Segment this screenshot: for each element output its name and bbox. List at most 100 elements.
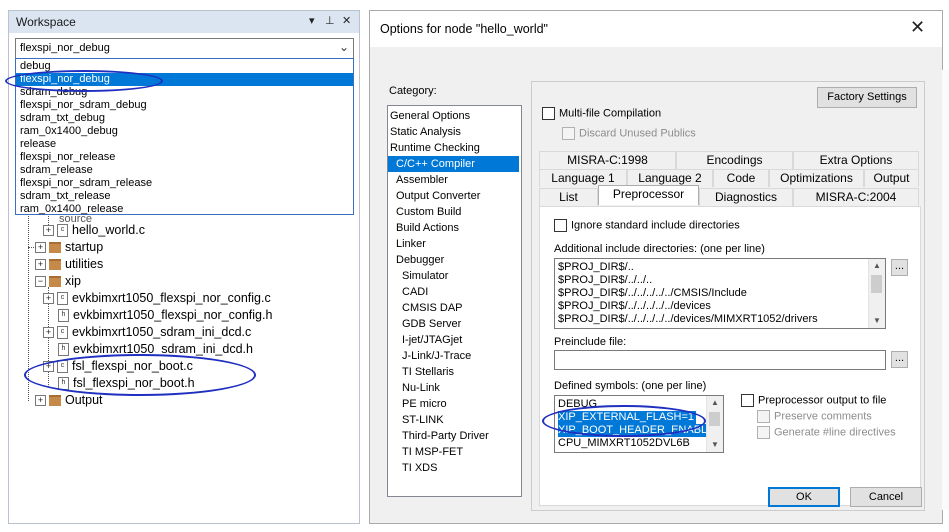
config-option[interactable]: ram_0x1400_debug <box>16 125 353 138</box>
checkbox-label: Preserve comments <box>774 410 872 423</box>
tree-label: xip <box>65 274 81 288</box>
preserve-comments-checkbox[interactable]: Preserve comments <box>757 410 872 423</box>
tab-encodings[interactable]: Encodings <box>676 151 793 169</box>
collapse-icon[interactable]: − <box>35 276 46 288</box>
tab-optimizations[interactable]: Optimizations <box>769 169 864 187</box>
scroll-thumb[interactable] <box>871 275 882 293</box>
expand-icon[interactable]: + <box>43 225 54 237</box>
category-item[interactable]: Simulator <box>388 268 519 284</box>
tab-output[interactable]: Output <box>864 169 919 187</box>
ok-button[interactable]: OK <box>768 487 840 507</box>
expand-icon[interactable]: + <box>35 395 46 407</box>
checkbox-box[interactable] <box>542 107 555 120</box>
category-list[interactable]: General Options Static Analysis Runtime … <box>387 105 522 497</box>
pp-output-checkbox[interactable]: Preprocessor output to file <box>741 394 886 407</box>
tree-folder-output[interactable]: + Output <box>23 392 103 409</box>
config-option[interactable]: flexspi_nor_sdram_debug <box>16 99 353 112</box>
discard-unused-checkbox[interactable]: Discard Unused Publics <box>562 127 696 140</box>
category-item[interactable]: TI MSP-FET <box>388 444 519 460</box>
config-option[interactable]: sdram_release <box>16 164 353 177</box>
defined-symbols-scrollbar[interactable]: ▲ ▼ <box>706 396 723 452</box>
tab-misra-2004[interactable]: MISRA-C:2004 <box>793 188 919 206</box>
scroll-up-icon[interactable]: ▲ <box>707 396 723 410</box>
category-item[interactable]: CMSIS DAP <box>388 300 519 316</box>
category-item[interactable]: TI Stellaris <box>388 364 519 380</box>
checkbox-box[interactable] <box>741 394 754 407</box>
tree-item-file[interactable]: h evkbimxrt1050_flexspi_nor_config.h <box>43 307 272 324</box>
category-item[interactable]: Third-Party Driver <box>388 428 519 444</box>
tree-item-file[interactable]: + c evkbimxrt1050_sdram_ini_dcd.c <box>43 324 251 341</box>
scroll-up-icon[interactable]: ▲ <box>869 259 885 273</box>
close-icon[interactable]: ✕ <box>342 14 351 27</box>
include-dir-line: $PROJ_DIR$/../../../../../CMSIS/Include <box>558 287 747 299</box>
category-item[interactable]: Static Analysis <box>388 124 519 140</box>
preinclude-browse-button[interactable]: ... <box>891 351 908 368</box>
category-item[interactable]: ST-LINK <box>388 412 519 428</box>
category-item[interactable]: I-jet/JTAGjet <box>388 332 519 348</box>
include-browse-button[interactable]: ... <box>891 259 908 276</box>
expand-icon[interactable]: + <box>35 242 46 254</box>
category-item[interactable]: GDB Server <box>388 316 519 332</box>
category-item[interactable]: Custom Build <box>388 204 519 220</box>
panel-menu-icon[interactable]: ▾ <box>309 14 315 27</box>
preinclude-input[interactable] <box>554 350 886 370</box>
preinclude-label: Preinclude file: <box>554 336 627 348</box>
ignore-std-checkbox[interactable]: Ignore standard include directories <box>554 219 740 232</box>
include-dirs-scrollbar[interactable]: ▲ ▼ <box>868 259 885 328</box>
category-item[interactable]: Runtime Checking <box>388 140 519 156</box>
checkbox-box[interactable] <box>554 219 567 232</box>
category-item[interactable]: TI XDS <box>388 460 519 476</box>
tree-item-hello-world[interactable]: + c hello_world.c <box>43 222 145 239</box>
config-option[interactable]: sdram_txt_debug <box>16 112 353 125</box>
scroll-down-icon[interactable]: ▼ <box>707 438 723 452</box>
scroll-down-icon[interactable]: ▼ <box>869 314 885 328</box>
checkbox-box[interactable] <box>562 127 575 140</box>
include-dir-line: $PROJ_DIR$/../../../../../devices/MIMXRT… <box>558 313 818 325</box>
scroll-thumb[interactable] <box>709 412 720 426</box>
category-item-selected[interactable]: C/C++ Compiler <box>388 156 519 172</box>
tree-folder-startup[interactable]: + startup <box>23 239 103 256</box>
tab-extra-options[interactable]: Extra Options <box>793 151 919 169</box>
category-item[interactable]: Build Actions <box>388 220 519 236</box>
folder-icon <box>49 276 61 288</box>
tree-item-file[interactable]: + c evkbimxrt1050_flexspi_nor_config.c <box>43 290 271 307</box>
category-item[interactable]: PE micro <box>388 396 519 412</box>
category-item[interactable]: Nu-Link <box>388 380 519 396</box>
expand-icon[interactable]: + <box>43 327 54 339</box>
generate-line-checkbox[interactable]: Generate #line directives <box>757 426 896 439</box>
category-item[interactable]: Linker <box>388 236 519 252</box>
config-option[interactable]: flexspi_nor_release <box>16 151 353 164</box>
category-item[interactable]: Output Converter <box>388 188 519 204</box>
config-select[interactable]: flexspi_nor_debug ⌄ <box>15 38 354 59</box>
config-option[interactable]: ram_0x1400_release <box>16 203 353 216</box>
pin-icon[interactable]: ⊥ <box>325 14 335 27</box>
tab-preprocessor[interactable]: Preprocessor <box>598 185 699 205</box>
tab-list[interactable]: List <box>539 188 598 206</box>
tree-folder-utilities[interactable]: + utilities <box>23 256 103 273</box>
config-option[interactable]: release <box>16 138 353 151</box>
category-item[interactable]: Assembler <box>388 172 519 188</box>
category-item[interactable]: J-Link/J-Trace <box>388 348 519 364</box>
close-icon[interactable]: ✕ <box>910 17 925 38</box>
workspace-panel: Workspace ▾ ⊥ ✕ flexspi_nor_debug ⌄ debu… <box>5 10 360 524</box>
chevron-down-icon[interactable]: ⌄ <box>339 40 349 54</box>
config-option[interactable]: flexspi_nor_sdram_release <box>16 177 353 190</box>
tree-folder-xip[interactable]: − xip <box>23 273 81 290</box>
checkbox-box[interactable] <box>757 410 770 423</box>
tree-label: evkbimxrt1050_sdram_ini_dcd.c <box>72 325 252 339</box>
category-item[interactable]: Debugger <box>388 252 519 268</box>
include-dirs-textarea[interactable]: $PROJ_DIR$/.. $PROJ_DIR$/../../.. $PROJ_… <box>554 258 886 329</box>
category-item[interactable]: General Options <box>388 108 519 124</box>
multifile-checkbox[interactable]: Multi-file Compilation <box>542 107 661 120</box>
cancel-button[interactable]: Cancel <box>850 487 922 507</box>
expand-icon[interactable]: + <box>43 293 54 305</box>
tab-diagnostics[interactable]: Diagnostics <box>699 188 793 206</box>
category-item[interactable]: CADI <box>388 284 519 300</box>
checkbox-label: Ignore standard include directories <box>571 219 740 232</box>
expand-icon[interactable]: + <box>35 259 46 271</box>
tab-misra-1998[interactable]: MISRA-C:1998 <box>539 151 676 169</box>
factory-settings-button[interactable]: Factory Settings <box>817 87 917 108</box>
config-option[interactable]: sdram_txt_release <box>16 190 353 203</box>
tab-code[interactable]: Code <box>713 169 769 187</box>
checkbox-box[interactable] <box>757 426 770 439</box>
